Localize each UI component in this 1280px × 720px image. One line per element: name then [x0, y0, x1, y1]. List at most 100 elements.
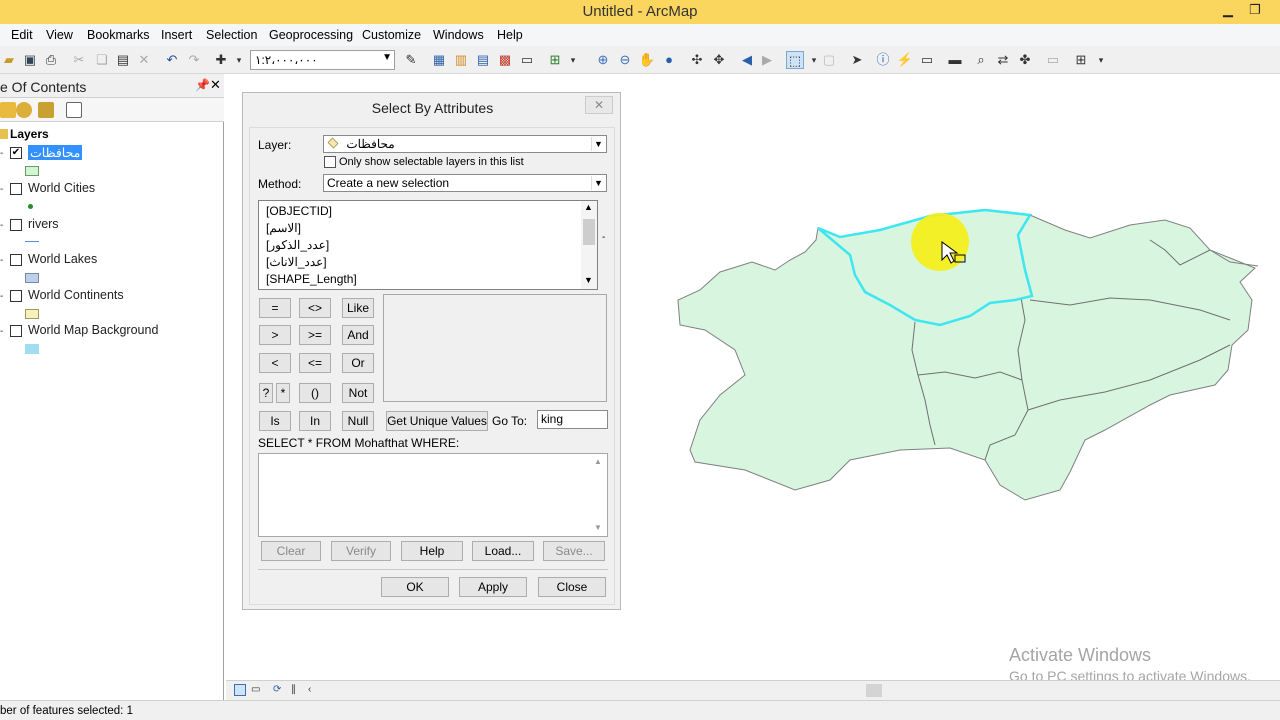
operator-less-equal-button[interactable]: <= [299, 353, 331, 373]
fields-list[interactable]: [OBJECTID] [الاسم] [عدد_الذكور] [عدد_الا… [258, 200, 598, 290]
collapse-icon[interactable]: - [0, 326, 3, 337]
sql-scrollbar[interactable]: ▲ ▼ [592, 455, 606, 535]
data-view-icon[interactable] [234, 684, 246, 696]
collapse-icon[interactable]: - [0, 184, 3, 195]
field-item[interactable]: [OBJECTID] [266, 204, 332, 218]
refresh-icon[interactable]: ⟳ [273, 684, 281, 695]
add-data-dropdown-icon[interactable]: ▾ [230, 51, 248, 69]
operator-greater-equal-button[interactable]: >= [299, 325, 331, 345]
cut-icon[interactable]: ✂ [70, 51, 88, 69]
scroll-up-icon[interactable]: ▲ [594, 457, 602, 466]
menu-insert[interactable]: Insert [161, 28, 192, 42]
full-extent-icon[interactable]: ● [660, 51, 678, 69]
menu-edit[interactable]: Edit [11, 28, 33, 42]
undo-icon[interactable]: ↶ [163, 51, 181, 69]
operator-and-button[interactable]: And [342, 325, 374, 345]
open-icon[interactable]: ▰ [0, 51, 18, 69]
arctoolbox-icon[interactable]: ▩ [496, 51, 514, 69]
scroll-up-icon[interactable]: ▲ [584, 202, 593, 212]
ok-button[interactable]: OK [381, 577, 449, 597]
operator-is-button[interactable]: Is [259, 411, 291, 431]
layer-name[interactable]: World Continents [28, 288, 124, 302]
close-icon[interactable]: ✕ [210, 77, 221, 93]
model-builder-icon[interactable]: ⊞ [546, 51, 564, 69]
editor-toolbar-icon[interactable]: ✎ [402, 51, 420, 69]
restore-button[interactable]: ❐ [1243, 2, 1267, 22]
collapse-icon[interactable]: - [0, 220, 3, 231]
copy-icon[interactable]: ❏ [93, 51, 111, 69]
operator-not-equal-button[interactable]: <> [299, 298, 331, 318]
menu-windows[interactable]: Windows [433, 28, 484, 42]
zoom-out-icon[interactable]: ⊖ [616, 51, 634, 69]
operator-or-button[interactable]: Or [342, 353, 374, 373]
layer-combo[interactable]: محافظات ▼ [323, 135, 607, 153]
only-selectable-checkbox[interactable] [324, 156, 336, 168]
layer-item-world-map-background[interactable]: - World Map Background [0, 322, 224, 358]
goto-input[interactable]: king [537, 410, 608, 429]
paste-icon[interactable]: ▤ [114, 51, 132, 69]
operator-null-button[interactable]: Null [342, 411, 374, 431]
menu-geoprocessing[interactable]: Geoprocessing [269, 28, 353, 42]
fixed-zoom-in-icon[interactable]: ✣ [688, 51, 706, 69]
operator-greater-button[interactable]: > [259, 325, 291, 345]
list-by-selection-icon[interactable] [66, 102, 82, 118]
collapse-icon[interactable]: - [0, 148, 3, 159]
find-icon[interactable]: ⌕ [972, 51, 990, 69]
field-item[interactable]: [الاسم] [266, 221, 301, 235]
layer-item-mohafthat[interactable]: - ✔ محافظات [0, 144, 224, 180]
toolbar-overflow-icon[interactable]: ▾ [564, 51, 582, 69]
layer-visibility-checkbox[interactable]: ✔ [10, 147, 22, 159]
operator-not-button[interactable]: Not [342, 383, 374, 403]
layer-item-world-continents[interactable]: - World Continents [0, 287, 224, 323]
minimize-button[interactable]: ▁ [1216, 2, 1240, 22]
scroll-left-icon[interactable]: ‹ [308, 684, 311, 695]
list-by-drawing-order-icon[interactable] [0, 102, 16, 118]
map-scale-combo[interactable]: ١:٢،٠٠٠،٠٠٠ ▼ [250, 50, 395, 70]
unique-values-list[interactable] [383, 294, 607, 402]
toc-window-icon[interactable]: ▦ [430, 51, 448, 69]
close-button[interactable]: ✕ [585, 96, 613, 114]
operator-wildcard-multi-button[interactable]: * [276, 383, 290, 403]
forward-extent-icon[interactable]: ▶ [758, 51, 776, 69]
redo-icon[interactable]: ↷ [185, 51, 203, 69]
layer-name[interactable]: محافظات [28, 145, 83, 160]
pan-icon[interactable]: ✋ [638, 51, 656, 69]
fields-scrollbar[interactable]: ▲ ▼ [581, 201, 597, 289]
save-button[interactable]: Save... [543, 541, 605, 561]
verify-button[interactable]: Verify [331, 541, 391, 561]
search-window-icon[interactable]: ▤ [474, 51, 492, 69]
menu-bookmarks[interactable]: Bookmarks [87, 28, 150, 42]
html-popup-icon[interactable]: ▭ [918, 51, 936, 69]
identify-icon[interactable]: ⓘ [874, 51, 892, 69]
layer-name[interactable]: rivers [28, 217, 59, 231]
help-button[interactable]: Help [401, 541, 463, 561]
close-dialog-button[interactable]: Close [538, 577, 606, 597]
operator-wildcard-single-button[interactable]: ? [259, 383, 273, 403]
zoom-in-icon[interactable]: ⊕ [594, 51, 612, 69]
layer-item-world-cities[interactable]: - World Cities [0, 180, 224, 216]
print-icon[interactable]: ⎙ [42, 51, 60, 69]
delete-icon[interactable]: ✕ [135, 51, 153, 69]
field-item[interactable]: [عدد_الذكور] [266, 238, 329, 252]
time-slider-icon[interactable]: ▭ [1044, 51, 1062, 69]
field-item[interactable]: [عدد_الاناث] [266, 255, 327, 269]
clear-selection-icon[interactable]: ▢ [820, 51, 838, 69]
measure-icon[interactable]: ▬ [946, 51, 964, 69]
viewer-window-icon[interactable]: ⊞ [1072, 51, 1090, 69]
layer-visibility-checkbox[interactable] [10, 290, 22, 302]
select-elements-icon[interactable]: ➤ [848, 51, 866, 69]
load-button[interactable]: Load... [472, 541, 534, 561]
list-by-source-icon[interactable] [16, 102, 32, 118]
menu-customize[interactable]: Customize [362, 28, 421, 42]
save-icon[interactable]: ▣ [21, 51, 39, 69]
catalog-window-icon[interactable]: ▥ [452, 51, 470, 69]
find-route-icon[interactable]: ⇄ [994, 51, 1012, 69]
apply-button[interactable]: Apply [459, 577, 527, 597]
layer-item-world-lakes[interactable]: - World Lakes [0, 251, 224, 287]
fixed-zoom-out-icon[interactable]: ✥ [710, 51, 728, 69]
layer-name[interactable]: World Map Background [28, 323, 158, 337]
collapse-icon[interactable]: - [0, 255, 3, 266]
layer-visibility-checkbox[interactable] [10, 219, 22, 231]
layer-visibility-checkbox[interactable] [10, 254, 22, 266]
method-combo[interactable]: Create a new selection ▼ [323, 174, 607, 192]
